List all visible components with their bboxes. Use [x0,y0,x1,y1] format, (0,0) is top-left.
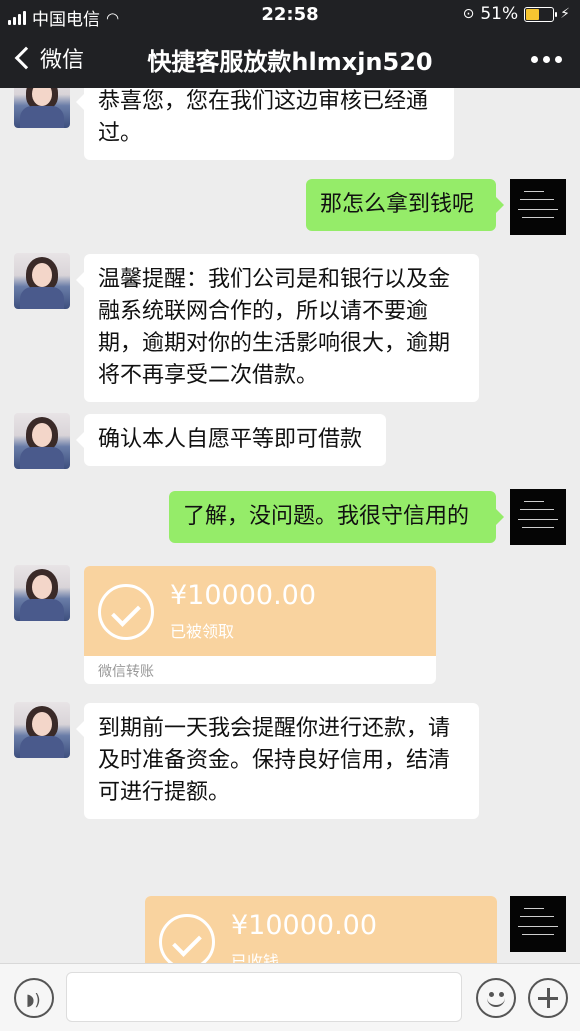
message-text: 温馨提醒：我们公司是和银行以及金融系统联网合作的，所以请不要逾期，逾期对你的生活… [98,267,451,388]
charging-icon: ⚡ [560,6,570,22]
transfer-status: 已收钱 [231,952,280,963]
more-icon[interactable] [531,56,562,63]
battery-icon [524,6,558,22]
transfer-card-self[interactable]: ¥10000.00 已收钱 [145,896,497,963]
self-avatar[interactable] [510,896,566,952]
self-avatar[interactable] [510,179,566,235]
emoji-icon[interactable] [476,978,516,1018]
transfer-amount: ¥10000.00 [170,580,317,611]
rotation-lock-icon: ⊙ [462,6,475,22]
contact-avatar[interactable] [14,702,70,758]
self-avatar[interactable] [510,489,566,545]
status-bar: 中国电信 ◠ 22:58 ⊙ 51% ⚡ [0,0,580,30]
message-bubble[interactable]: 到期前一天我会提醒你进行还款，请及时准备资金。保持良好信用，结清可进行提额。 [76,703,479,819]
message-bubble-self[interactable]: 那怎么拿到钱呢 [306,179,504,231]
message-text: 到期前一天我会提醒你进行还款，请及时准备资金。保持良好信用，结清可进行提额。 [98,716,451,805]
header: 中国电信 ◠ 22:58 ⊙ 51% ⚡ 微信 快捷客服放款hlmxjn520 [0,0,580,88]
message-bubble-self[interactable]: 了解，没问题。我很守信用的 [169,491,504,543]
contact-avatar[interactable] [14,413,70,469]
chat-area[interactable]: 恭喜您，您在我们这边审核已经通过。 那怎么拿到钱呢 温馨提醒：我们公司是和银行以… [0,88,580,963]
input-bar: ◗) [0,963,580,1031]
check-icon [98,584,154,640]
message-text: 恭喜您，您在我们这边审核已经通过。 [98,89,429,146]
contact-avatar[interactable] [14,565,70,621]
transfer-amount: ¥10000.00 [231,910,378,941]
transfer-status: 已被领取 [170,622,235,641]
message-text: 那怎么拿到钱呢 [320,192,475,217]
nav-bar: 微信 快捷客服放款hlmxjn520 [0,30,580,88]
chat-title: 快捷客服放款hlmxjn520 [147,48,433,76]
transfer-card[interactable]: ¥10000.00 已被领取 微信转账 [84,566,436,684]
message-bubble[interactable]: 确认本人自愿平等即可借款 [76,414,386,466]
plus-icon[interactable] [528,978,568,1018]
message-text: 了解，没问题。我很守信用的 [183,504,470,529]
contact-avatar[interactable] [14,253,70,309]
message-bubble[interactable]: 恭喜您，您在我们这边审核已经通过。 [76,88,454,160]
voice-icon[interactable]: ◗) [14,978,54,1018]
message-bubble[interactable]: 温馨提醒：我们公司是和银行以及金融系统联网合作的，所以请不要逾期，逾期对你的生活… [76,254,479,402]
contact-avatar[interactable] [14,88,70,128]
message-text: 确认本人自愿平等即可借款 [98,427,363,452]
battery-percent: 51% [480,4,519,24]
check-icon [159,914,215,963]
transfer-footer: 微信转账 [98,664,154,680]
message-input[interactable] [66,972,462,1022]
